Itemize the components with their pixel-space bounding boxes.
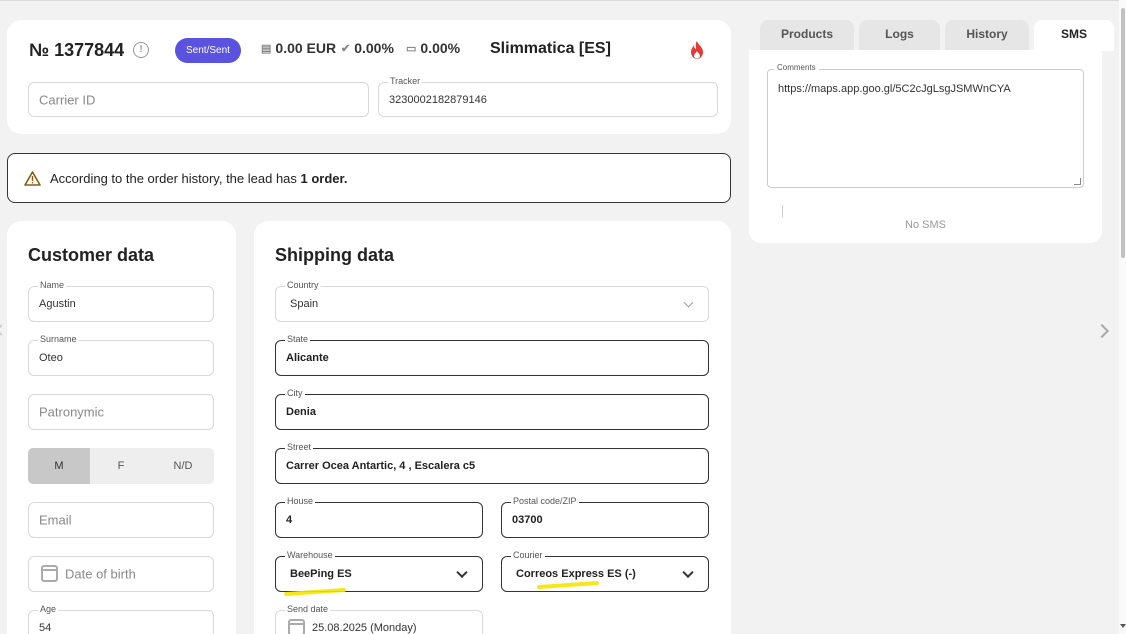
city-input[interactable]: City Denia <box>275 388 709 430</box>
comments-value: https://maps.app.goo.gl/5C2cJgLsgJSMWnCY… <box>778 83 1011 95</box>
chevron-down-icon <box>683 297 694 308</box>
street-label: Street <box>285 442 314 452</box>
percent-value-2: 0.00% <box>420 40 461 56</box>
cash-icon: ▭ <box>406 42 417 55</box>
customer-data-card: Customer data Name Agustin Surname Oteo … <box>7 221 236 634</box>
alert-text: According to the order history, the lead… <box>50 171 348 186</box>
shipping-data-title: Shipping data <box>275 245 394 265</box>
tab-logs[interactable]: Logs <box>859 20 940 51</box>
tracker-label: Tracker <box>388 76 423 86</box>
chevron-down-icon <box>682 566 694 579</box>
gender-option-m[interactable]: M <box>28 448 90 484</box>
email-input[interactable]: Email <box>28 502 214 538</box>
carrier-id-input[interactable]: Carrier ID <box>28 82 369 117</box>
calendar-icon <box>41 565 58 582</box>
fire-icon <box>691 41 703 59</box>
percent-stat-2: ▭ 0.00% <box>406 40 460 56</box>
state-value: Alicante <box>286 352 329 364</box>
state-label: State <box>285 334 311 344</box>
receipt-icon: ▤ <box>261 42 272 55</box>
age-value: 54 <box>39 622 52 634</box>
offer-name: Slimmatica [ES] <box>490 40 611 57</box>
send-date-input[interactable]: Send date 25.08.2025 (Monday) <box>275 604 483 634</box>
postal-code-label: Postal code/ZIP <box>511 496 579 506</box>
city-value: Denia <box>286 406 316 418</box>
patronymic-placeholder: Patronymic <box>39 404 105 420</box>
house-value: 4 <box>286 514 293 526</box>
sms-panel: Comments https://maps.app.goo.gl/5C2cJgL… <box>749 50 1102 243</box>
age-label: Age <box>38 604 59 614</box>
chevron-down-icon <box>456 566 468 579</box>
gender-option-f[interactable]: F <box>90 448 152 484</box>
name-label: Name <box>38 280 67 290</box>
street-input[interactable]: Street Carrer Ocea Antartic, 4 , Escaler… <box>275 442 709 484</box>
info-icon[interactable]: ! <box>133 42 149 58</box>
warehouse-value: BeePing ES <box>290 568 352 580</box>
name-value: Agustin <box>39 298 76 310</box>
city-label: City <box>285 388 305 398</box>
top-border <box>0 0 1126 1</box>
tab-history[interactable]: History <box>945 20 1029 51</box>
percent-value-1: 0.00% <box>354 40 394 56</box>
surname-label: Surname <box>38 334 79 344</box>
surname-value: Oteo <box>39 352 63 364</box>
email-placeholder: Email <box>39 512 72 528</box>
postal-code-input[interactable]: Postal code/ZIP 03700 <box>501 496 709 538</box>
scroll-down-icon[interactable] <box>1120 624 1126 628</box>
verified-icon: ✔ <box>341 42 351 55</box>
scrollbar-thumb[interactable] <box>1121 8 1125 258</box>
tab-sms[interactable]: SMS <box>1034 20 1114 51</box>
country-label: Country <box>285 280 321 290</box>
tracker-input[interactable]: Tracker 3230002182879146 <box>378 76 718 117</box>
surname-input[interactable]: Surname Oteo <box>28 334 214 376</box>
resize-handle[interactable] <box>1074 178 1081 185</box>
date-of-birth-input[interactable]: Date of birth <box>28 556 214 592</box>
name-input[interactable]: Name Agustin <box>28 280 214 322</box>
country-select[interactable]: Country Spain <box>275 280 709 322</box>
tab-products[interactable]: Products <box>760 20 854 51</box>
customer-data-title: Customer data <box>28 245 155 265</box>
street-value: Carrer Ocea Antartic, 4 , Escalera c5 <box>286 460 476 472</box>
age-input[interactable]: Age 54 <box>28 604 214 634</box>
warehouse-select[interactable]: Warehouse BeePing ES <box>275 550 483 592</box>
amount-stat: ▤ 0.00 EUR <box>261 40 336 56</box>
send-date-value: 25.08.2025 (Monday) <box>312 622 417 634</box>
order-history-alert: According to the order history, the lead… <box>7 153 731 203</box>
no-sms-text: No SMS <box>905 219 946 231</box>
courier-label: Courier <box>511 550 545 560</box>
shipping-data-card: Shipping data Country Spain State Alican… <box>254 221 731 634</box>
chevron-left-icon[interactable] <box>0 324 7 336</box>
courier-value: Correos Express ES (-) <box>516 568 636 580</box>
order-header-card: № 1377844 ! Sent/Sent ▤ 0.00 EUR ✔ 0.00%… <box>7 20 731 134</box>
house-input[interactable]: House 4 <box>275 496 483 538</box>
comments-label: Comments <box>774 63 819 72</box>
chevron-right-icon[interactable] <box>1094 323 1110 339</box>
patronymic-input[interactable]: Patronymic <box>28 394 214 430</box>
date-of-birth-placeholder: Date of birth <box>65 566 136 582</box>
country-value: Spain <box>290 298 319 310</box>
courier-select[interactable]: Courier Correos Express ES (-) <box>501 550 709 592</box>
gender-selector[interactable]: M F N/D <box>28 448 214 484</box>
order-number: № 1377844 <box>29 40 125 60</box>
amount-value: 0.00 EUR <box>275 40 337 56</box>
postal-code-value: 03700 <box>512 514 543 526</box>
tracker-value: 3230002182879146 <box>389 94 487 106</box>
percent-stat-1: ✔ 0.00% <box>341 40 394 56</box>
gender-option-nd[interactable]: N/D <box>152 448 214 484</box>
warehouse-label: Warehouse <box>285 550 335 560</box>
state-input[interactable]: State Alicante <box>275 334 709 376</box>
calendar-icon <box>288 619 305 634</box>
divider <box>782 205 783 217</box>
status-badge[interactable]: Sent/Sent <box>175 38 241 63</box>
comments-textarea[interactable]: Comments https://maps.app.goo.gl/5C2cJgL… <box>767 63 1084 188</box>
send-date-label: Send date <box>285 604 331 614</box>
carrier-id-placeholder: Carrier ID <box>39 92 96 107</box>
warning-icon <box>24 171 41 186</box>
house-label: House <box>285 496 316 506</box>
